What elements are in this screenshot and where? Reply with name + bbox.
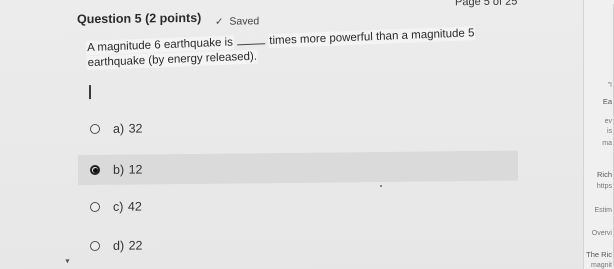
side-snippet: Ea <box>602 97 612 106</box>
text-cursor <box>89 85 91 100</box>
prompt-text-after: times more powerful than a magnitude 5 <box>269 27 475 48</box>
side-snippet: Rich <box>596 170 612 179</box>
radio-selected-icon[interactable] <box>90 164 100 176</box>
option-d-letter: d) <box>113 238 125 253</box>
side-snippet: ev <box>604 118 612 125</box>
side-snippet: magnit <box>590 262 612 269</box>
quiz-panel: Page 5 of 25 ▲ Question 5 (2 points) ✓ S… <box>0 0 596 269</box>
option-c-value: 42 <box>127 199 142 214</box>
radio-icon[interactable] <box>90 240 100 252</box>
question-title: Question 5 (2 points) <box>77 10 202 27</box>
option-c-letter: c) <box>113 199 124 214</box>
option-a[interactable]: a) 32 <box>78 110 518 145</box>
saved-label: Saved <box>229 15 260 28</box>
prompt-text-line2: earthquake (by energy released). <box>87 50 258 70</box>
saved-status: ✓ Saved <box>215 15 259 27</box>
side-snippet: https <box>596 183 612 190</box>
side-snippet: Estim <box>594 207 613 214</box>
radio-icon[interactable] <box>90 201 100 213</box>
option-d[interactable]: d) 22 <box>78 227 518 262</box>
page-indicator: Page 5 of 25 <box>455 0 518 9</box>
radio-icon[interactable] <box>90 123 100 135</box>
side-snippet: The Ric <box>586 250 612 259</box>
side-snippet: ma <box>602 140 612 147</box>
side-snippet: "I <box>607 82 612 89</box>
stray-dot <box>380 184 382 188</box>
question-prompt: A magnitude 6 earthquake is times more p… <box>87 25 498 71</box>
option-b-letter: b) <box>113 162 125 177</box>
side-snippet: Overvi <box>591 230 612 237</box>
checkmark-icon: ✓ <box>215 16 224 28</box>
side-snippet: is <box>606 128 612 135</box>
option-c[interactable]: c) 42 <box>78 188 518 223</box>
option-a-value: 32 <box>128 121 143 136</box>
side-panel: "I Ea ev is ma Rich https Estim Overvi T… <box>583 0 614 269</box>
option-b-value: 12 <box>128 162 143 177</box>
option-a-letter: a) <box>113 121 125 136</box>
option-d-value: 22 <box>128 238 143 253</box>
answer-blank <box>236 34 266 46</box>
caret-down-icon[interactable]: ▼ <box>64 258 71 265</box>
option-b[interactable]: b) 12 <box>78 150 518 186</box>
